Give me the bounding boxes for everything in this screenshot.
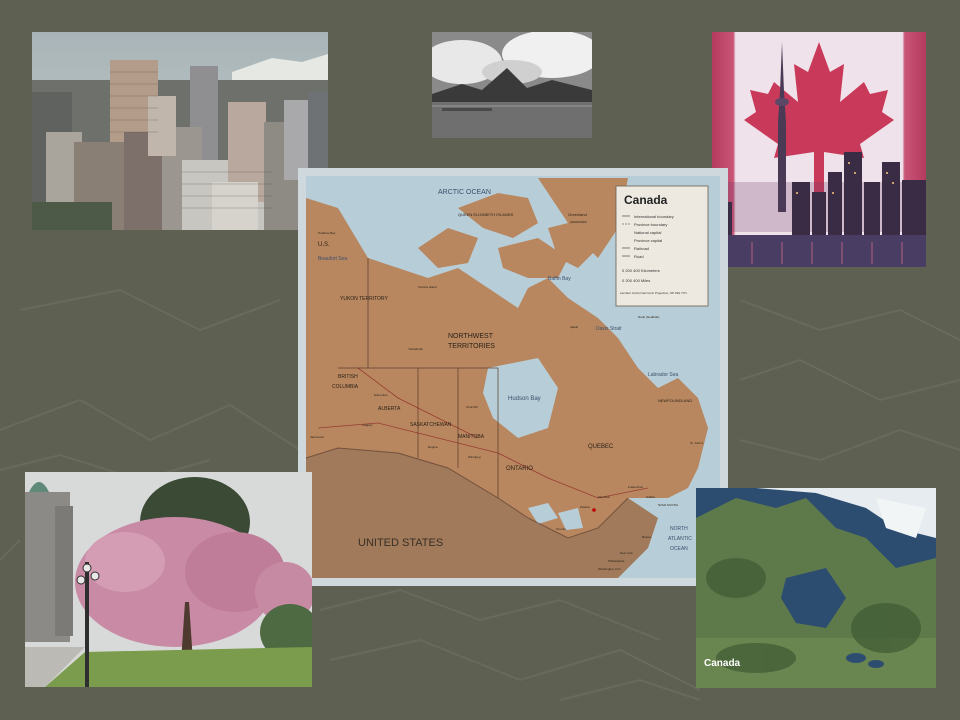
label-us: U.S. <box>318 242 330 248</box>
label-edmonton: Edmonton <box>374 393 388 397</box>
label-nwt-2: TERRITORIES <box>448 343 495 350</box>
label-north-atlantic-2: ATLANTIC <box>668 536 692 542</box>
label-halifax: Halifax <box>646 495 656 499</box>
label-calgary: Calgary <box>362 423 373 427</box>
label-victoria-island: Victoria Island <box>418 285 437 289</box>
label-hudson-bay: Hudson Bay <box>508 396 541 402</box>
label-washington: Washington, D.C. <box>598 567 622 571</box>
label-alberta: ALBERTA <box>378 406 401 412</box>
label-yellowknife: Yellowknife <box>408 347 423 351</box>
label-yukon: YUKON TERRITORY <box>340 296 388 302</box>
label-winnipeg: Winnipeg <box>468 455 481 459</box>
label-ottawa: Ottawa <box>580 505 590 509</box>
label-nwt-1: NORTHWEST <box>448 333 494 340</box>
label-boston: Boston <box>642 535 652 539</box>
label-nuuk: Nuuk (Godthab) <box>638 315 659 319</box>
cherry-tree-garden-photo <box>25 472 312 687</box>
label-north-atlantic-3: OCEAN <box>670 546 688 552</box>
national-capital-marker <box>592 508 596 512</box>
label-labrador-sea: Labrador Sea <box>648 372 679 378</box>
flag-skyline-photo <box>712 32 926 267</box>
canada-map: Canada International boundary Province b… <box>298 168 728 586</box>
label-manitoba: MANITOBA <box>458 434 485 440</box>
label-churchill: Churchill <box>466 405 478 409</box>
legend-item-national-capital: National capital <box>634 230 661 235</box>
legend-projection: Lambert Conformal Conic Projection, SP 4… <box>620 291 687 295</box>
satellite-caption: Canada <box>704 658 741 669</box>
label-toronto: Toronto <box>556 527 566 531</box>
label-new-york: New York <box>620 551 633 555</box>
legend-item-province-boundary: Province boundary <box>634 222 667 227</box>
label-iqaluit: Iqaluit <box>570 325 578 329</box>
label-quebec: QUEBEC <box>588 444 614 450</box>
label-davis-strait: Davis Strait <box>596 326 622 332</box>
legend-item-railroad: Railroad <box>634 246 649 251</box>
label-greenland-denmark: (DENMARK) <box>570 220 587 224</box>
label-newfoundland: NEWFOUNDLAND <box>658 398 692 403</box>
city-skyline-photo <box>32 32 328 230</box>
legend-item-international-boundary: International boundary <box>634 214 674 219</box>
legend-scale-km: 0 200 400 Kilometers <box>622 268 660 273</box>
label-philadelphia: Philadelphia <box>608 559 625 563</box>
label-arctic-ocean: ARCTIC OCEAN <box>438 189 491 196</box>
legend-item-province-capital: Province capital <box>634 238 662 243</box>
label-montreal: Montreal <box>598 495 610 499</box>
label-baffin-bay: Baffin Bay <box>548 276 571 282</box>
label-vancouver: Vancouver <box>310 435 324 439</box>
label-north-atlantic-1: NORTH <box>670 526 688 532</box>
legend-scale-mi: 0 200 400 Miles <box>622 278 650 283</box>
label-saskatchewan: SASKATCHEWAN <box>410 422 452 428</box>
map-legend-title: Canada <box>624 193 668 207</box>
label-regina: Regina <box>428 445 438 449</box>
label-bc-1: BRITISH <box>338 374 358 380</box>
label-united-states: UNITED STATES <box>358 537 443 549</box>
label-bc-2: COLUMBIA <box>332 384 359 390</box>
label-queen-elizabeth-islands: QUEEN ELIZABETH ISLANDS <box>458 212 514 217</box>
satellite-map-photo: Canada <box>696 488 936 688</box>
label-st-johns: St. John's <box>690 441 704 445</box>
label-greenland: Greenland <box>568 212 587 217</box>
label-beaufort-sea: Beaufort Sea <box>318 256 347 262</box>
legend-item-road: Road <box>634 254 644 259</box>
mountain-lake-photo <box>432 32 592 138</box>
label-fredericton: Fredericton <box>628 485 644 489</box>
label-nova-scotia: NOVA SCOTIA <box>658 503 678 507</box>
label-ontario: ONTARIO <box>506 466 533 472</box>
label-prudhoe-bay: Prudhoe Bay <box>318 231 336 235</box>
